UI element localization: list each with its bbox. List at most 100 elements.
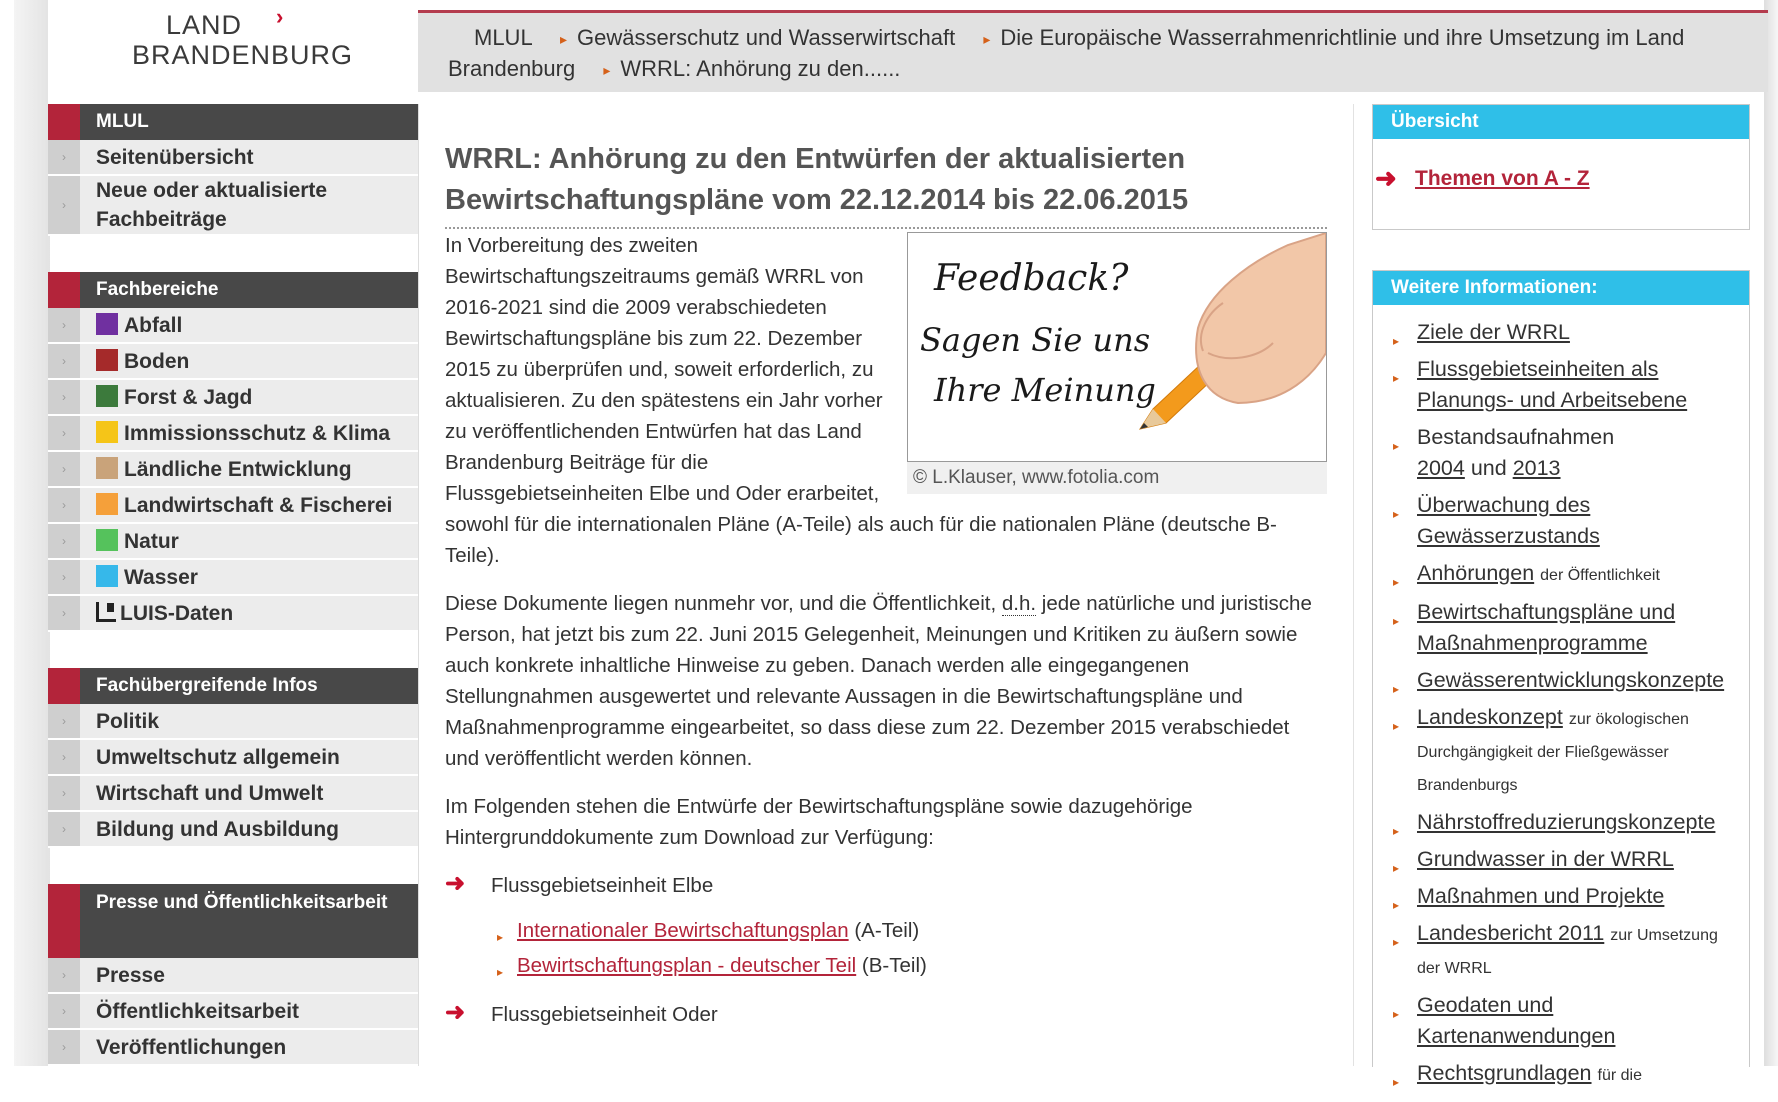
link-rechtsgrundlagen[interactable]: Rechtsgrundlagen xyxy=(1417,1061,1592,1085)
list-item: ▸ Internationaler Bewirtschaftungsplan (… xyxy=(491,915,1327,946)
chevron-right-icon: › xyxy=(48,1030,80,1064)
sidebar-heading[interactable]: Fachübergreifende Infos xyxy=(48,668,418,704)
color-swatch-icon xyxy=(96,564,118,587)
sidebar-nav: MLUL › Seitenübersicht › Neue oder aktua… xyxy=(48,104,418,1102)
sidebar-item-laendliche-entwicklung[interactable]: › Ländliche Entwicklung xyxy=(48,452,418,488)
link-flussgebietseinheiten[interactable]: Flussgebietseinheiten als Planungs- und … xyxy=(1417,357,1687,412)
breadcrumb-item-mlul[interactable]: MLUL xyxy=(474,25,532,50)
sidebar-item-label: Neue oder aktualisierte Fachbeiträge xyxy=(96,179,328,231)
sidebar-section-presse: Presse und Öffentlichkeitsarbeit › Press… xyxy=(48,884,418,1066)
chevron-right-icon: ▸ xyxy=(1393,439,1400,453)
list-item: ▸ Anhörungen der Öffentlichkeit xyxy=(1393,558,1739,591)
breadcrumb-item-gewaesserschutz[interactable]: Gewässerschutz und Wasserwirtschaft xyxy=(577,25,955,50)
abbreviation: d.h. xyxy=(1001,592,1037,616)
download-list: ➜ Flussgebietseinheit Elbe ▸ Internation… xyxy=(445,870,1327,1030)
sidebar-item-bildung[interactable]: › Bildung und Ausbildung xyxy=(48,812,418,848)
paragraph-text: jede natürliche und juristische Person, … xyxy=(445,592,1312,770)
breadcrumb-separator-icon: ▸ xyxy=(560,31,568,47)
link-ueberwachung[interactable]: Überwachung des Gewässerzustands xyxy=(1417,493,1600,548)
link-bestandsaufnahme-2004[interactable]: 2004 xyxy=(1417,456,1465,480)
link-landeskonzept[interactable]: Landeskonzept xyxy=(1417,705,1563,729)
sidebar-heading[interactable]: Presse und Öffentlichkeitsarbeit xyxy=(48,884,418,958)
list-item: ▸ Flussgebietseinheiten als Planungs- und… xyxy=(1393,354,1739,416)
chevron-right-icon: › xyxy=(48,776,80,810)
list-item-label: Flussgebietseinheit Elbe xyxy=(491,874,714,897)
sidebar-section-mlul: MLUL › Seitenübersicht › Neue oder aktua… xyxy=(48,104,418,236)
sidebar-heading[interactable]: MLUL xyxy=(48,104,418,140)
link-internationaler-plan[interactable]: Internationaler Bewirtschaftungsplan xyxy=(517,919,849,942)
sidebar-item-label: Veröffentlichungen xyxy=(96,1035,287,1059)
sidebar-heading[interactable]: Fachbereiche xyxy=(48,272,418,308)
chevron-right-icon: › xyxy=(48,308,80,342)
chevron-right-icon: ▸ xyxy=(1393,371,1400,385)
sidebar-item-landwirtschaft[interactable]: › Landwirtschaft & Fischerei xyxy=(48,488,418,524)
link-geodaten[interactable]: Geodaten und Kartenanwendungen xyxy=(1417,993,1615,1048)
link-ziele-wrrl[interactable]: Ziele der WRRL xyxy=(1417,320,1570,344)
logo-mark-icon: › xyxy=(276,4,284,29)
list-item: ▸ Bewirtschaftungsplan - deutscher Teil … xyxy=(491,950,1327,981)
sidebar-item-boden[interactable]: › Boden xyxy=(48,344,418,380)
sidebar-item-label: Forst & Jagd xyxy=(124,385,253,409)
sidebar-item-luis-daten[interactable]: › LUIS-Daten xyxy=(48,596,418,632)
sidebar-item-umweltschutz[interactable]: › Umweltschutz allgemein xyxy=(48,740,418,776)
list-item: ▸ Bewirtschaftungspläne und Maßnahmenprog… xyxy=(1393,597,1739,659)
sidebar-item-forst-jagd[interactable]: › Forst & Jagd xyxy=(48,380,418,416)
link-anhoerungen[interactable]: Anhörungen xyxy=(1417,561,1534,585)
list-item-elbe: ➜ Flussgebietseinheit Elbe ▸ Internation… xyxy=(445,870,1327,981)
link-bestandsaufnahme-2013[interactable]: 2013 xyxy=(1513,456,1561,480)
chevron-right-icon: ▸ xyxy=(1393,719,1400,733)
link-bewirtschaftungsplaene[interactable]: Bewirtschaftungspläne und Maßnahmenprogr… xyxy=(1417,600,1675,655)
sidebar-item-label: Politik xyxy=(96,709,160,733)
link-deutscher-teil[interactable]: Bewirtschaftungsplan - deutscher Teil xyxy=(517,954,856,977)
main-content: WRRL: Anhörung zu den Entwürfen der aktu… xyxy=(418,104,1354,1066)
link-suffix: (B-Teil) xyxy=(861,954,927,977)
list-text: und xyxy=(1470,456,1507,480)
chevron-right-icon: ▸ xyxy=(1393,898,1400,912)
luis-data-icon xyxy=(96,601,116,622)
color-swatch-icon xyxy=(96,312,118,335)
chevron-right-icon: ▸ xyxy=(1393,575,1400,589)
sidebar-item-wirtschaft[interactable]: › Wirtschaft und Umwelt xyxy=(48,776,418,812)
sidebar-item-seitenuebersicht[interactable]: › Seitenübersicht xyxy=(48,140,418,176)
chevron-right-icon: › xyxy=(48,560,80,594)
link-themen-a-z[interactable]: ➜ Themen von A - Z xyxy=(1375,163,1590,193)
chevron-right-icon: ▸ xyxy=(1393,935,1400,949)
link-massnahmen-projekte[interactable]: Maßnahmen und Projekte xyxy=(1417,884,1664,908)
more-info-heading: Weitere Informationen: xyxy=(1373,271,1749,305)
list-item: ▸ Landeskonzept zur ökologischen Durchgän… xyxy=(1393,702,1739,801)
sidebar-item-presse[interactable]: › Presse xyxy=(48,958,418,994)
sidebar-item-abfall[interactable]: › Abfall xyxy=(48,308,418,344)
link-naehrstoffreduzierung[interactable]: Nährstoffreduzierungskonzepte xyxy=(1417,810,1715,834)
link-landesbericht[interactable]: Landesbericht 2011 xyxy=(1417,921,1604,945)
link-label: Themen von A - Z xyxy=(1415,167,1590,190)
hand-pencil-icon xyxy=(1138,233,1326,430)
breadcrumb-separator-icon: ▸ xyxy=(603,62,611,78)
link-gewaesserentwicklungskonzepte[interactable]: Gewässerentwicklungskonzepte xyxy=(1417,668,1724,692)
chevron-right-icon: › xyxy=(48,140,80,174)
chevron-right-icon: › xyxy=(48,344,80,378)
sidebar-item-label: Immissionsschutz & Klima xyxy=(124,421,391,445)
sidebar-item-label: LUIS-Daten xyxy=(120,601,234,625)
sidebar-item-label: Wirtschaft und Umwelt xyxy=(96,781,324,805)
logo-line2: BRANDENBURG xyxy=(132,40,354,70)
sidebar-item-neue-fachbeitraege[interactable]: › Neue oder aktualisierte Fachbeiträge xyxy=(48,176,418,236)
sidebar-item-label: Öffentlichkeitsarbeit xyxy=(96,999,300,1023)
sidebar-item-oeffentlichkeitsarbeit[interactable]: › Öffentlichkeitsarbeit xyxy=(48,994,418,1030)
page-title: WRRL: Anhörung zu den Entwürfen der aktu… xyxy=(445,139,1327,230)
sidebar-item-immissionsschutz[interactable]: › Immissionsschutz & Klima xyxy=(48,416,418,452)
chevron-right-icon: › xyxy=(48,452,80,486)
sidebar-item-politik[interactable]: › Politik xyxy=(48,704,418,740)
more-info-list: ▸ Ziele der WRRL ▸ Flussgebietseinheiten a… xyxy=(1373,305,1749,1091)
chevron-right-icon: ▸ xyxy=(1393,614,1400,628)
sidebar-item-wasser[interactable]: › Wasser xyxy=(48,560,418,596)
site-logo[interactable]: LAND › BRANDENBURG xyxy=(48,0,418,104)
sidebar-item-natur[interactable]: › Natur xyxy=(48,524,418,560)
list-text: für die xyxy=(1597,1067,1642,1084)
list-item: ▸ Nährstoffreduzierungskonzepte xyxy=(1393,807,1739,838)
sidebar-item-label: Natur xyxy=(124,529,179,553)
overview-heading: Übersicht xyxy=(1373,105,1749,139)
sidebar-item-veroeffentlichungen[interactable]: › Veröffentlichungen xyxy=(48,1030,418,1066)
list-item: ▸ Rechtsgrundlagen für die xyxy=(1393,1058,1739,1091)
page-shadow-right xyxy=(1764,0,1778,1066)
link-grundwasser[interactable]: Grundwasser in der WRRL xyxy=(1417,847,1674,871)
